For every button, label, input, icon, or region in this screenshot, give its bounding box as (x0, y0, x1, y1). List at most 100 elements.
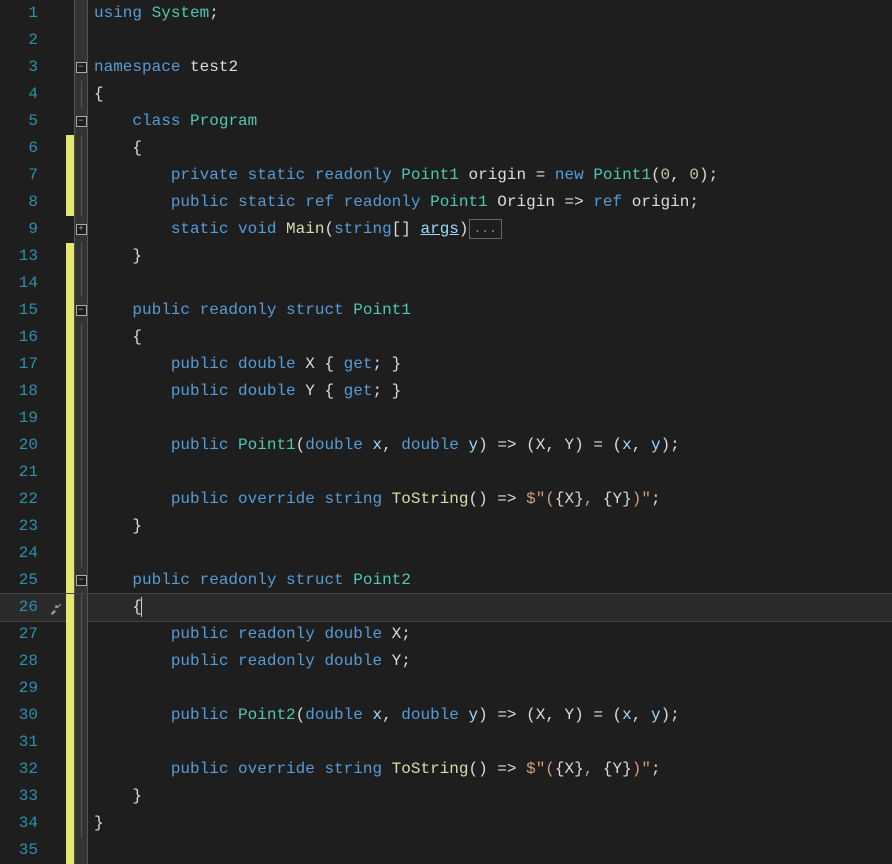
code-content[interactable]: namespace test2 (88, 54, 238, 81)
code-content[interactable]: public readonly struct Point2 (88, 567, 411, 594)
code-line[interactable]: 22 public override string ToString() => … (0, 486, 892, 513)
code-line[interactable]: 8 public static ref readonly Point1 Orig… (0, 189, 892, 216)
code-line[interactable]: 25− public readonly struct Point2 (0, 567, 892, 594)
code-editor[interactable]: 1using System;23−namespace test24{5− cla… (0, 0, 892, 862)
code-token: public (171, 706, 229, 724)
code-line[interactable]: 28 public readonly double Y; (0, 648, 892, 675)
code-content[interactable]: public readonly double Y; (88, 648, 411, 675)
code-token: Main (286, 220, 324, 238)
fold-gutter (74, 594, 88, 621)
code-token: Point2 (353, 571, 411, 589)
code-token: public (171, 652, 229, 670)
code-line[interactable]: 5− class Program (0, 108, 892, 135)
code-line[interactable]: 23 } (0, 513, 892, 540)
code-line[interactable]: 24 (0, 540, 892, 567)
code-line[interactable]: 16 { (0, 324, 892, 351)
code-content[interactable]: public override string ToString() => $"(… (88, 756, 661, 783)
code-content[interactable]: static void Main(string[] args)... (88, 216, 502, 243)
code-line[interactable]: 32 public override string ToString() => … (0, 756, 892, 783)
change-indicator (66, 621, 74, 648)
code-line[interactable]: 2 (0, 27, 892, 54)
code-content[interactable] (88, 27, 94, 54)
code-line[interactable]: 26 { (0, 594, 892, 621)
fold-gutter[interactable]: − (74, 108, 88, 135)
code-token: , (584, 490, 603, 508)
code-content[interactable]: } (88, 513, 142, 540)
code-line[interactable]: 31 (0, 729, 892, 756)
code-line[interactable]: 18 public double Y { get; } (0, 378, 892, 405)
code-line[interactable]: 34} (0, 810, 892, 837)
collapse-icon[interactable]: − (76, 575, 87, 586)
screwdriver-icon[interactable] (46, 594, 66, 621)
fold-gutter (74, 621, 88, 648)
code-token: public (171, 625, 229, 643)
code-line[interactable]: 14 (0, 270, 892, 297)
collapse-icon[interactable]: − (76, 116, 87, 127)
collapse-icon[interactable]: − (76, 305, 87, 316)
code-line[interactable]: 21 (0, 459, 892, 486)
code-line[interactable]: 6 { (0, 135, 892, 162)
code-line[interactable]: 1using System; (0, 0, 892, 27)
line-number: 34 (0, 810, 46, 837)
code-content[interactable]: public double X { get; } (88, 351, 401, 378)
gutter-icon-empty (46, 108, 66, 135)
collapsed-region[interactable]: ... (469, 219, 502, 239)
line-number: 20 (0, 432, 46, 459)
code-content[interactable] (88, 675, 94, 702)
change-indicator (66, 216, 74, 243)
code-content[interactable]: public static ref readonly Point1 Origin… (88, 189, 699, 216)
code-content[interactable] (88, 729, 94, 756)
change-indicator (66, 81, 74, 108)
fold-gutter[interactable]: + (74, 216, 88, 243)
code-line[interactable]: 33 } (0, 783, 892, 810)
code-content[interactable]: private static readonly Point1 origin = … (88, 162, 718, 189)
code-line[interactable]: 7 private static readonly Point1 origin … (0, 162, 892, 189)
code-line[interactable]: 35 (0, 837, 892, 864)
code-content[interactable]: public readonly struct Point1 (88, 297, 411, 324)
code-line[interactable]: 29 (0, 675, 892, 702)
code-line[interactable]: 17 public double X { get; } (0, 351, 892, 378)
code-content[interactable]: { (88, 324, 142, 351)
code-line[interactable]: 20 public Point1(double x, double y) => … (0, 432, 892, 459)
code-line[interactable]: 3−namespace test2 (0, 54, 892, 81)
code-line[interactable]: 15− public readonly struct Point1 (0, 297, 892, 324)
fold-gutter[interactable]: − (74, 567, 88, 594)
code-content[interactable]: { (88, 594, 142, 621)
code-content[interactable]: public Point2(double x, double y) => (X,… (88, 702, 680, 729)
code-token (584, 166, 594, 184)
code-line[interactable]: 19 (0, 405, 892, 432)
code-line[interactable]: 4{ (0, 81, 892, 108)
code-content[interactable]: } (88, 243, 142, 270)
code-content[interactable]: using System; (88, 0, 219, 27)
code-token: y (469, 706, 479, 724)
code-content[interactable] (88, 270, 94, 297)
code-content[interactable] (88, 405, 94, 432)
code-token: {Y} (603, 490, 632, 508)
code-token: ; (209, 4, 219, 22)
code-content[interactable]: } (88, 783, 142, 810)
code-content[interactable] (88, 837, 94, 864)
fold-gutter[interactable]: − (74, 54, 88, 81)
code-content[interactable]: public double Y { get; } (88, 378, 401, 405)
code-token: $"( (526, 760, 555, 778)
code-token: , (632, 436, 651, 454)
code-line[interactable]: 27 public readonly double X; (0, 621, 892, 648)
collapse-icon[interactable]: − (76, 62, 87, 73)
code-token: static (238, 193, 296, 211)
code-content[interactable]: { (88, 135, 142, 162)
code-content[interactable]: public override string ToString() => $"(… (88, 486, 661, 513)
code-line[interactable]: 9+ static void Main(string[] args)... (0, 216, 892, 243)
code-content[interactable]: class Program (88, 108, 257, 135)
fold-gutter[interactable]: − (74, 297, 88, 324)
code-content[interactable] (88, 540, 94, 567)
code-content[interactable] (88, 459, 94, 486)
code-line[interactable]: 30 public Point2(double x, double y) => … (0, 702, 892, 729)
code-content[interactable]: public Point1(double x, double y) => (X,… (88, 432, 680, 459)
code-content[interactable]: } (88, 810, 104, 837)
expand-icon[interactable]: + (76, 224, 87, 235)
code-content[interactable]: public readonly double X; (88, 621, 411, 648)
code-content[interactable]: { (88, 81, 104, 108)
gutter-icon-empty (46, 783, 66, 810)
code-token: void (238, 220, 276, 238)
code-line[interactable]: 13 } (0, 243, 892, 270)
